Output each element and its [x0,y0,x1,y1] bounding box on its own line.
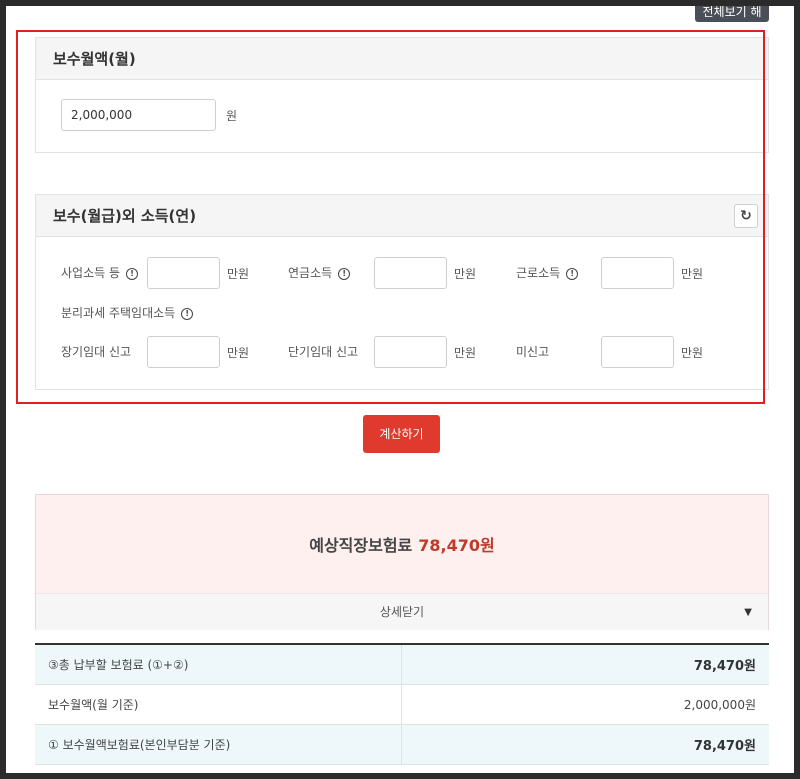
page: 전체보기 해 보수월액(월) 원 보수(월급)외 소득(연) ↻ 사업소득 등!… [6,6,794,773]
row-value: 78,470원 [400,644,769,685]
info-icon[interactable]: ! [338,267,351,280]
pension-income-input[interactable] [374,257,447,289]
result-box: 예상직장보험료 78,470원 상세닫기 ▼ [35,494,769,630]
refresh-icon: ↻ [740,208,752,224]
unreported-rental-unit: 만원 [681,346,704,360]
other-income-section: 보수(월급)외 소득(연) ↻ 사업소득 등! 만원 연금소득! 만원 근로소득… [35,194,769,390]
info-icon[interactable]: ! [126,267,139,280]
table-row: ③총 납부할 보험료 (①+②) 78,470원 [35,644,769,685]
table-row: ① 보수월액보험료(본인부담분 기준) 78,470원 [35,724,769,765]
calculate-button[interactable]: 계산하기 [363,415,440,453]
unreported-rental-input[interactable] [601,336,674,368]
other-income-header: 보수(월급)외 소득(연) ↻ [36,195,768,237]
row-label: 보수월액(월 기준) [35,684,401,725]
short-term-rental-unit: 만원 [454,346,477,360]
business-income-input[interactable] [147,257,220,289]
other-income-title: 보수(월급)외 소득(연) [53,207,197,225]
result-amount: 78,470원 [418,536,495,555]
result-label: 예상직장보험료 [309,536,413,555]
monthly-pay-section: 보수월액(월) 원 [35,37,769,153]
earned-income-unit: 만원 [681,267,704,281]
row-value: 78,470원 [400,724,769,765]
row-label: ③총 납부할 보험료 (①+②) [35,644,401,685]
view-all-button[interactable]: 전체보기 해 [695,6,769,22]
caret-down-icon: ▼ [744,607,752,618]
pension-income-unit: 만원 [454,267,477,281]
result-summary: 예상직장보험료 78,470원 [36,495,768,593]
row-label: ① 보수월액보험료(본인부담분 기준) [35,724,401,765]
row-value: 2,000,000원 [400,684,769,725]
info-icon[interactable]: ! [566,267,579,280]
rental-income-label: 분리과세 주택임대소득! [61,304,194,321]
refresh-button[interactable]: ↻ [734,204,758,228]
long-term-rental-input[interactable] [147,336,220,368]
unreported-rental-label: 미신고 [516,345,550,359]
short-term-rental-input[interactable] [374,336,447,368]
monthly-pay-unit: 원 [226,109,238,123]
detail-table: ③총 납부할 보험료 (①+②) 78,470원 보수월액(월 기준) 2,00… [35,643,769,765]
detail-toggle-label: 상세닫기 [379,605,425,619]
pension-income-label: 연금소득! [288,264,351,281]
business-income-label: 사업소득 등! [61,264,139,281]
long-term-rental-label: 장기임대 신고 [61,345,132,359]
earned-income-input[interactable] [601,257,674,289]
table-row: 보수월액(월 기준) 2,000,000원 [35,684,769,725]
info-icon[interactable]: ! [181,307,194,320]
business-income-unit: 만원 [227,267,250,281]
monthly-pay-title: 보수월액(월) [36,38,768,80]
earned-income-label: 근로소득! [516,264,579,281]
long-term-rental-unit: 만원 [227,346,250,360]
monthly-pay-input[interactable] [61,99,216,131]
short-term-rental-label: 단기임대 신고 [288,345,359,359]
detail-toggle[interactable]: 상세닫기 ▼ [36,593,768,630]
